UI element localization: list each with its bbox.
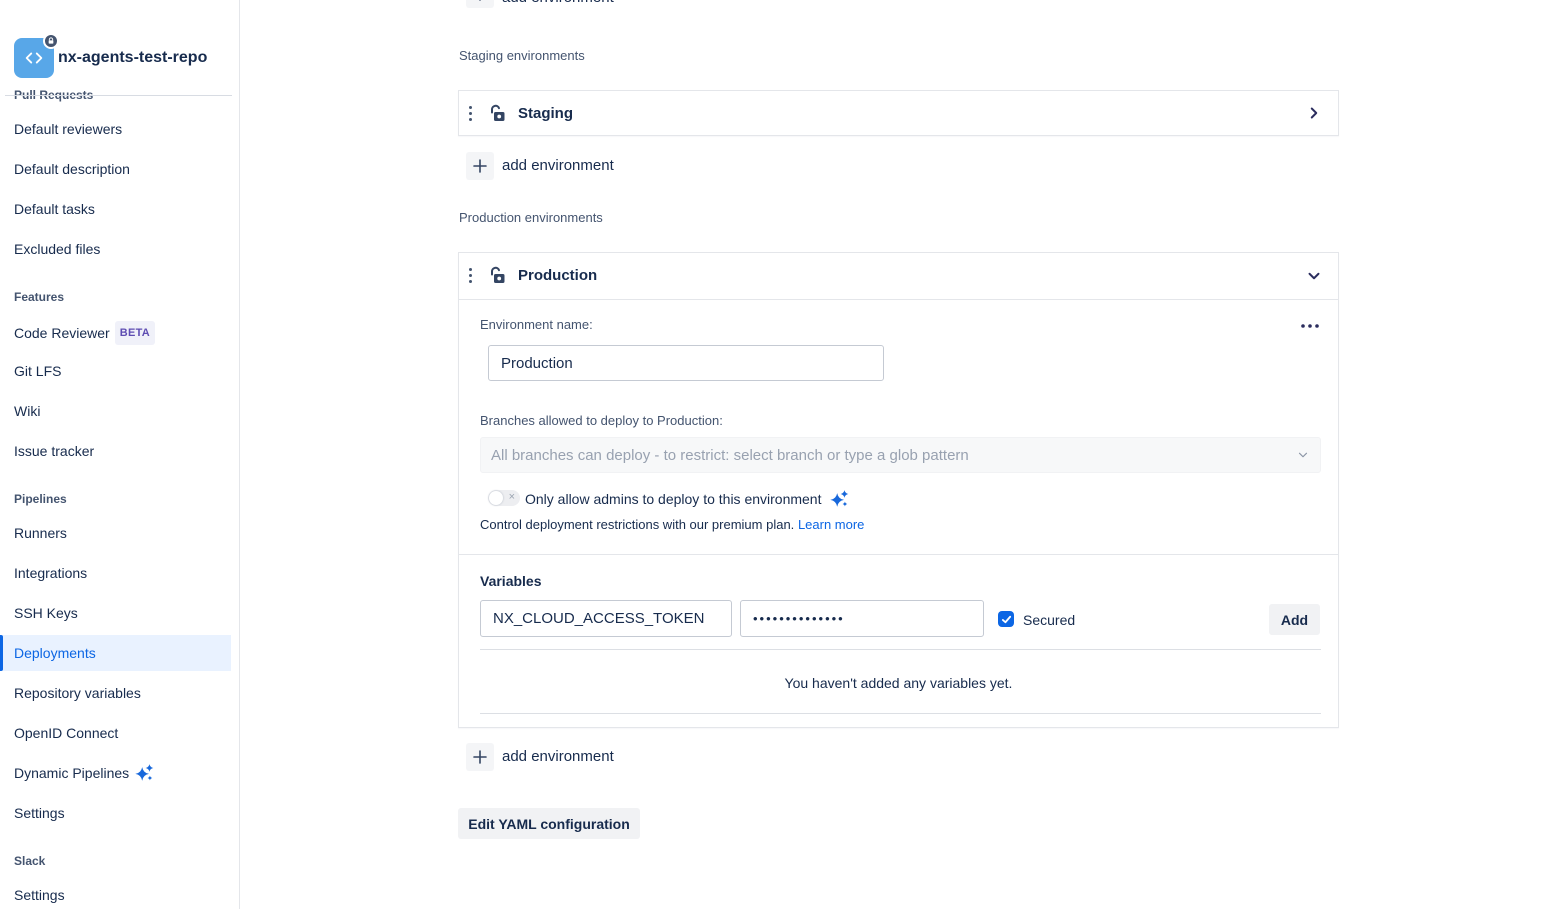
sidebar-section-pipelines: Pipelines (14, 491, 67, 507)
drag-handle-icon[interactable] (469, 268, 472, 283)
add-environment-label-production[interactable]: add environment (502, 748, 614, 765)
add-environment-label-top[interactable]: add environment (502, 0, 614, 6)
select-chevron-down-icon (1296, 448, 1310, 462)
sidebar-item-code-reviewer[interactable]: Code Reviewer BETA (14, 321, 155, 345)
staging-section-label: Staging environments (459, 48, 585, 63)
expand-staging-chevron-right-icon[interactable] (1302, 101, 1326, 125)
sidebar-item-ssh-keys[interactable]: SSH Keys (14, 603, 78, 623)
production-card-title: Production (518, 267, 597, 284)
add-environment-button-production[interactable] (466, 743, 494, 771)
sidebar-item-repository-variables[interactable]: Repository variables (14, 683, 141, 703)
plus-icon (473, 750, 487, 764)
repo-title: nx-agents-test-repo (58, 49, 207, 67)
unlock-icon (487, 103, 507, 128)
toggle-knob (489, 491, 503, 505)
sidebar-item-runners[interactable]: Runners (14, 523, 67, 543)
staging-environment-card[interactable]: Staging (458, 90, 1339, 136)
code-icon (23, 47, 45, 69)
variables-heading: Variables (480, 573, 542, 589)
toggle-off-x-icon: × (509, 491, 515, 503)
sidebar-border (239, 0, 240, 909)
sidebar: nx-agents-test-repo Pull Requests Defaul… (0, 0, 240, 909)
production-section-label: Production environments (459, 210, 603, 225)
sidebar-item-default-description[interactable]: Default description (14, 159, 130, 179)
drag-handle-icon[interactable] (469, 106, 472, 121)
staging-card-title: Staging (518, 105, 573, 122)
variables-section-divider (459, 554, 1338, 555)
sidebar-item-excluded-files[interactable]: Excluded files (14, 239, 100, 259)
add-environment-button-top[interactable] (466, 0, 494, 8)
sidebar-item-wiki[interactable]: Wiki (14, 401, 40, 421)
more-options-ellipsis-icon[interactable] (1300, 317, 1320, 335)
sparkles-icon (829, 489, 849, 509)
sidebar-item-integrations[interactable]: Integrations (14, 563, 87, 583)
sidebar-item-pipelines-settings[interactable]: Settings (14, 803, 65, 823)
collapse-production-chevron-down-icon[interactable] (1302, 264, 1326, 288)
sidebar-item-label: Code Reviewer (14, 323, 110, 343)
environment-name-label: Environment name: (480, 317, 593, 332)
variable-name-input[interactable] (480, 600, 732, 637)
add-environment-button-staging[interactable] (466, 152, 494, 180)
edit-yaml-configuration-button[interactable]: Edit YAML configuration (458, 808, 640, 839)
sparkles-icon (134, 763, 154, 783)
check-icon (1001, 614, 1012, 625)
sidebar-item-dynamic-pipelines[interactable]: Dynamic Pipelines (14, 763, 154, 783)
sidebar-section-slack: Slack (14, 853, 45, 869)
environment-name-input[interactable] (488, 345, 884, 381)
sidebar-item-deployments[interactable]: Deployments (14, 643, 96, 663)
branches-select-placeholder: All branches can deploy - to restrict: s… (491, 447, 1296, 464)
secured-label: Secured (1023, 612, 1075, 628)
sidebar-selected-bar (0, 635, 3, 671)
sidebar-item-issue-tracker[interactable]: Issue tracker (14, 441, 94, 461)
branches-select[interactable]: All branches can deploy - to restrict: s… (480, 437, 1321, 473)
add-variable-button[interactable]: Add (1269, 604, 1320, 635)
branches-allowed-label: Branches allowed to deploy to Production… (480, 413, 723, 428)
sidebar-item-slack-settings[interactable]: Settings (14, 885, 65, 905)
plus-icon (473, 159, 487, 173)
variables-list-divider-bottom (480, 713, 1321, 714)
production-environment-card: Production Environment name: Branches al… (458, 252, 1339, 728)
variables-empty-text: You haven't added any variables yet. (459, 675, 1338, 691)
plus-icon (473, 0, 487, 1)
sidebar-section-features: Features (14, 289, 64, 305)
private-lock-badge-icon (43, 33, 59, 49)
beta-badge: BETA (115, 321, 155, 345)
sidebar-item-openid-connect[interactable]: OpenID Connect (14, 723, 118, 743)
variable-value-input[interactable] (740, 600, 984, 637)
sidebar-item-label: Dynamic Pipelines (14, 763, 129, 783)
admins-only-toggle-label: Only allow admins to deploy to this envi… (525, 489, 849, 509)
admins-only-toggle[interactable]: × (488, 490, 520, 506)
add-environment-label-staging[interactable]: add environment (502, 157, 614, 174)
secured-checkbox[interactable] (998, 611, 1014, 627)
premium-plan-text: Control deployment restrictions with our… (480, 517, 864, 532)
card-header-divider (459, 299, 1338, 300)
learn-more-link[interactable]: Learn more (798, 517, 864, 532)
variables-list-divider-top (480, 649, 1321, 650)
sidebar-item-default-reviewers[interactable]: Default reviewers (14, 119, 122, 139)
unlock-icon (487, 265, 507, 290)
sidebar-item-git-lfs[interactable]: Git LFS (14, 361, 61, 381)
sidebar-divider (5, 95, 232, 96)
sidebar-item-default-tasks[interactable]: Default tasks (14, 199, 95, 219)
